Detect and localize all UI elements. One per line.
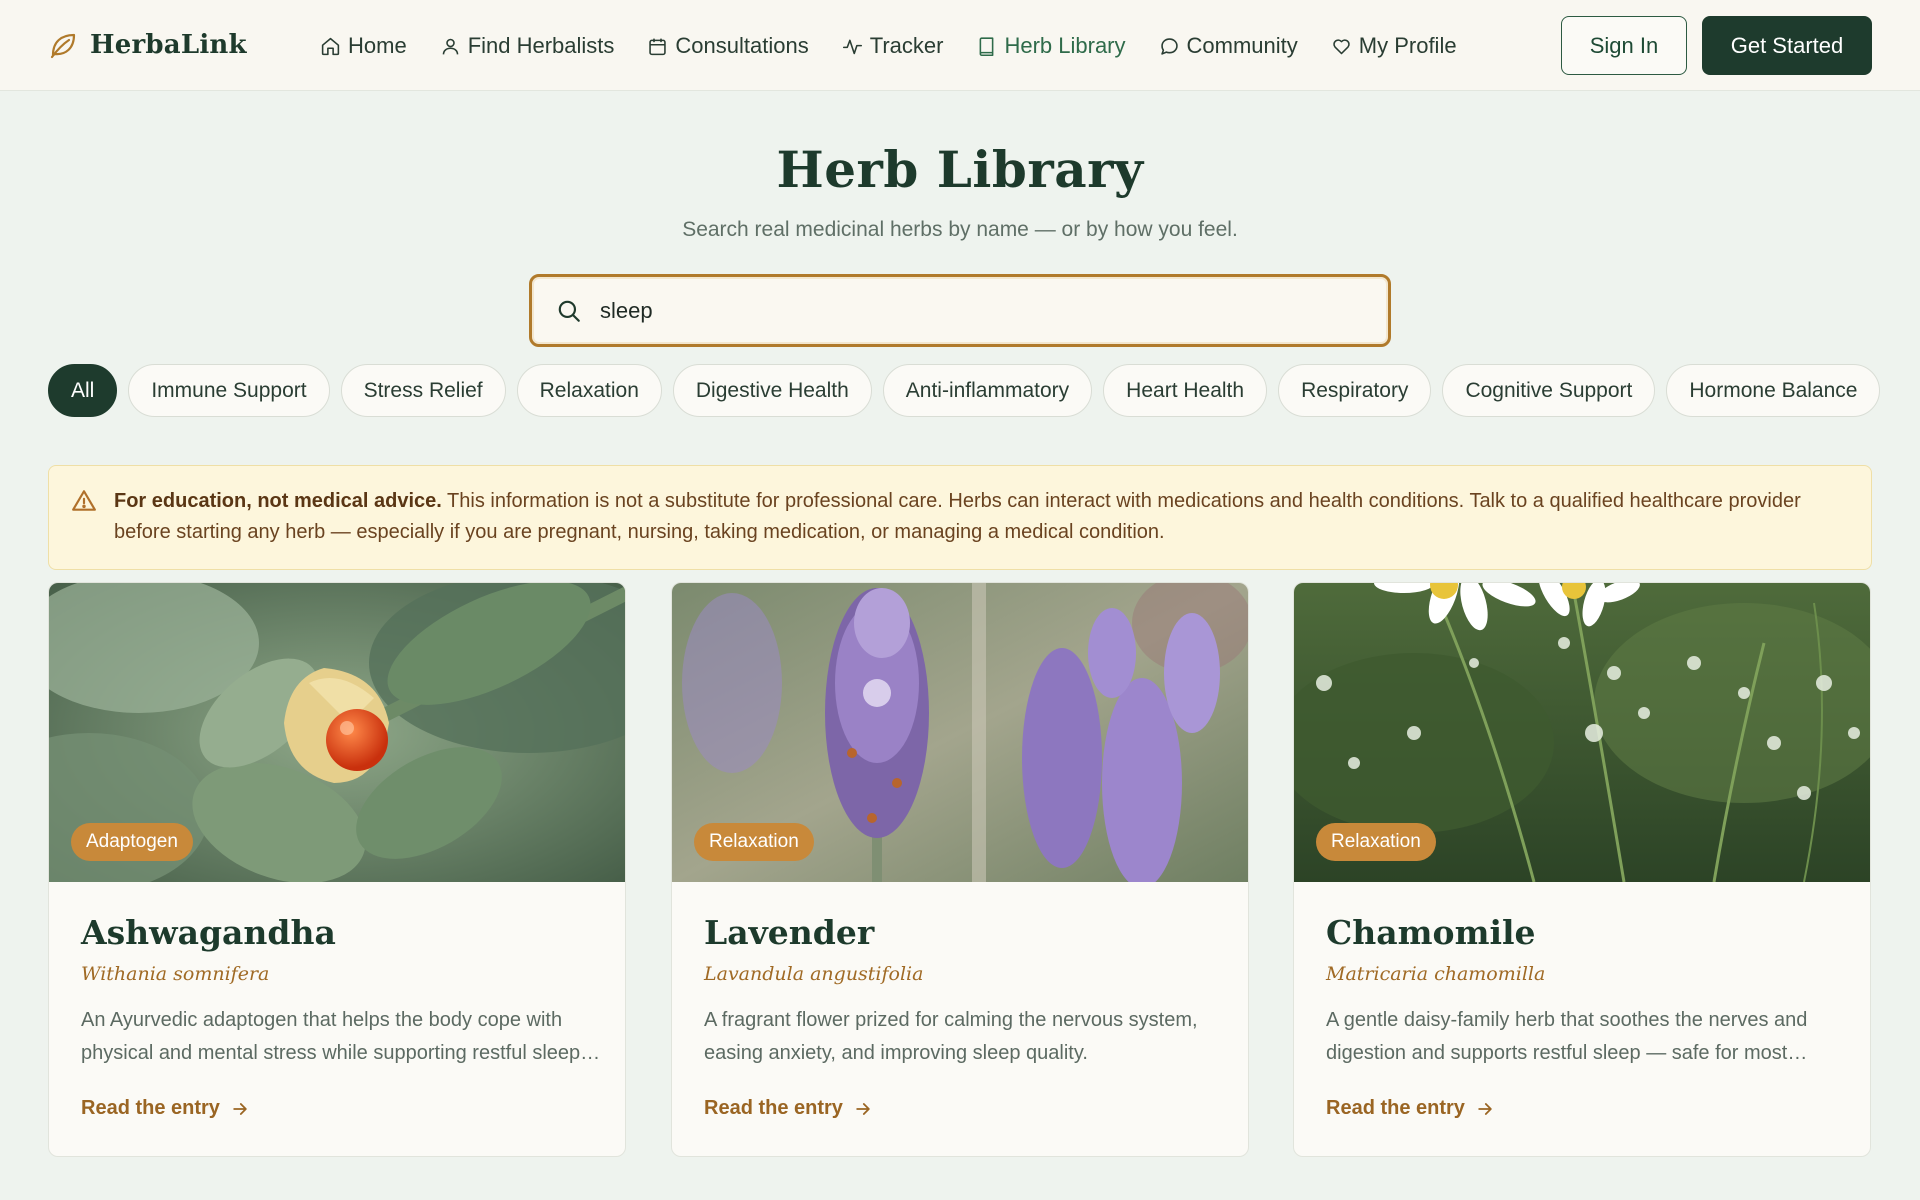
read-entry-label: Read the entry: [81, 1097, 220, 1119]
herb-name: Lavender: [704, 913, 875, 952]
home-icon: [321, 37, 340, 55]
category-badge: Relaxation: [694, 823, 814, 861]
herb-search-box[interactable]: [529, 274, 1391, 347]
nav-item-label: Community: [1186, 33, 1298, 58]
herb-name: Ashwagandha: [81, 913, 336, 952]
brand-name: HerbaLink: [90, 30, 247, 60]
arrow-right-icon: [233, 1102, 247, 1115]
chip-cognitive-support[interactable]: Cognitive Support: [1442, 364, 1656, 417]
heart-icon: [1333, 38, 1350, 54]
nav-item-label: My Profile: [1358, 33, 1457, 58]
main-nav: Home Find Herbalists Consultations Track…: [320, 30, 1490, 62]
read-entry-label: Read the entry: [1326, 1097, 1465, 1119]
chat-icon: [1160, 37, 1178, 55]
medical-disclaimer: For education, not medical advice. This …: [48, 465, 1872, 570]
get-started-button[interactable]: Get Started: [1702, 16, 1872, 75]
nav-item-label: Find Herbalists: [467, 33, 615, 58]
herb-latin-name: Withania somnifera: [81, 963, 270, 985]
chip-all[interactable]: All: [48, 364, 118, 417]
nav-item-label: Herb Library: [1004, 33, 1126, 58]
sign-in-button[interactable]: Sign In: [1561, 16, 1687, 75]
nav-item-herb-library[interactable]: Herb Library: [976, 33, 1126, 59]
category-badge: Relaxation: [1316, 823, 1436, 861]
search-icon: [558, 300, 580, 322]
read-entry-link[interactable]: Read the entry: [704, 1097, 873, 1120]
category-badge: Adaptogen: [71, 823, 193, 861]
herb-latin-name: Lavandula angustifolia: [704, 963, 924, 985]
nav-item-tracker[interactable]: Tracker: [842, 33, 944, 59]
herb-description: A gentle daisy-family herb that soothes …: [1326, 1009, 1808, 1064]
arrow-right-icon: [1478, 1102, 1492, 1115]
nav-item-label: Home: [348, 33, 407, 58]
chip-respiratory[interactable]: Respiratory: [1278, 364, 1432, 417]
disclaimer-heading: For education, not medical advice.: [114, 490, 442, 512]
read-entry-link[interactable]: Read the entry: [81, 1097, 250, 1120]
chip-relaxation[interactable]: Relaxation: [516, 364, 662, 417]
herb-description: An Ayurvedic adaptogen that helps the bo…: [81, 1009, 581, 1064]
arrow-right-icon: [856, 1102, 870, 1115]
chip-hormone-balance[interactable]: Hormone Balance: [1666, 364, 1881, 417]
chip-heart-health[interactable]: Heart Health: [1103, 364, 1268, 417]
herb-card-lavender[interactable]: Relaxation Lavender Lavandula angustifol…: [671, 582, 1249, 1157]
chip-anti-inflammatory[interactable]: Anti-inflammatory: [882, 364, 1093, 417]
activity-icon: [842, 39, 862, 54]
herb-card-chamomile[interactable]: Relaxation Chamomile Matricaria chamomil…: [1293, 582, 1871, 1157]
chip-stress-relief[interactable]: Stress Relief: [340, 364, 506, 417]
leaf-icon: [50, 33, 76, 59]
herb-card-ashwagandha[interactable]: Adaptogen Ashwagandha Withania somnifera…: [48, 582, 626, 1157]
nav-item-find-herbalists[interactable]: Find Herbalists: [440, 33, 615, 59]
calendar-icon: [649, 38, 667, 55]
search-input[interactable]: [600, 297, 1360, 324]
read-entry-label: Read the entry: [704, 1097, 843, 1119]
nav-item-community[interactable]: Community: [1159, 33, 1298, 59]
read-entry-link[interactable]: Read the entry: [1326, 1097, 1495, 1120]
nav-item-home[interactable]: Home: [320, 33, 407, 59]
herb-latin-name: Matricaria chamomilla: [1326, 963, 1546, 985]
herb-description: A fragrant flower prized for calming the…: [704, 1009, 1198, 1064]
top-navigation-bar: HerbaLink Home Find Herbalists Consultat…: [0, 0, 1920, 91]
nav-item-my-profile[interactable]: My Profile: [1331, 33, 1457, 59]
herb-name: Chamomile: [1326, 913, 1536, 952]
brand-logo[interactable]: HerbaLink: [48, 27, 247, 63]
chip-digestive-health[interactable]: Digestive Health: [672, 364, 872, 417]
user-icon: [442, 38, 458, 54]
nav-item-label: Consultations: [675, 33, 809, 58]
warning-icon: [72, 490, 96, 511]
book-icon: [980, 36, 994, 56]
nav-item-label: Tracker: [869, 33, 944, 58]
category-filter-chips: All Immune Support Stress Relief Relaxat…: [48, 364, 1896, 418]
page-subtitle: Search real medicinal herbs by name — or…: [682, 218, 1238, 241]
nav-item-consultations[interactable]: Consultations: [647, 33, 809, 59]
chip-immune-support[interactable]: Immune Support: [128, 364, 330, 417]
page-title: Herb Library: [776, 140, 1144, 199]
